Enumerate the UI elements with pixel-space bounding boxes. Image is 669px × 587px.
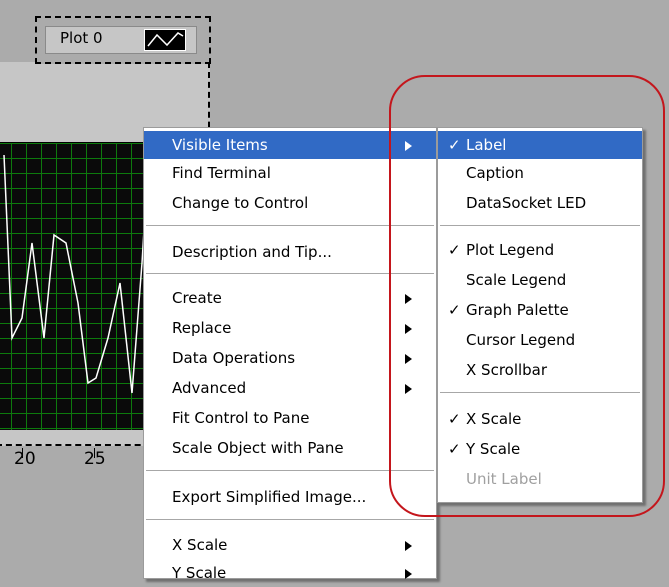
- submenu-item-cursor-legend[interactable]: Cursor Legend: [438, 326, 642, 354]
- menu-item-label: Label: [466, 136, 507, 154]
- menu-item-data-operations[interactable]: Data Operations: [144, 344, 436, 372]
- menu-item-label: Change to Control: [172, 194, 309, 212]
- menu-item-label: Export Simplified Image...: [172, 488, 367, 506]
- submenu-item-unit-label: Unit Label: [438, 465, 642, 493]
- submenu-item-graph-palette[interactable]: ✓ Graph Palette: [438, 296, 642, 324]
- menu-item-label: Create: [172, 289, 222, 307]
- submenu-item-x-scrollbar[interactable]: X Scrollbar: [438, 356, 642, 384]
- menu-item-export-simplified-image[interactable]: Export Simplified Image...: [144, 483, 436, 511]
- submenu-arrow-icon: [405, 141, 412, 151]
- menu-item-label: Data Operations: [172, 349, 296, 367]
- context-menu: Visible Items Find Terminal Change to Co…: [143, 127, 437, 582]
- menu-item-change-to-control[interactable]: Change to Control: [144, 189, 436, 217]
- menu-item-create[interactable]: Create: [144, 284, 436, 312]
- menu-item-label: Advanced: [172, 379, 247, 397]
- submenu-arrow-icon: [405, 324, 412, 334]
- plot-legend[interactable]: Plot 0: [35, 16, 211, 64]
- checkmark-icon: ✓: [448, 410, 461, 428]
- menu-item-label: DataSocket LED: [466, 194, 587, 212]
- checkmark-icon: ✓: [448, 136, 461, 154]
- x-tick-label: 25: [84, 449, 106, 469]
- menu-item-label: Description and Tip...: [172, 243, 332, 261]
- menu-item-label: Replace: [172, 319, 232, 337]
- plot-name: Plot 0: [60, 29, 103, 47]
- submenu-item-plot-legend[interactable]: ✓ Plot Legend: [438, 236, 642, 264]
- menu-item-label: Scale Legend: [466, 271, 567, 289]
- menu-item-label: Fit Control to Pane: [172, 409, 310, 427]
- plot-legend-entry[interactable]: Plot 0: [45, 26, 197, 54]
- menu-item-label: X Scale: [466, 410, 522, 428]
- menu-separator: [146, 519, 434, 521]
- submenu-item-datasocket-led[interactable]: DataSocket LED: [438, 189, 642, 217]
- submenu-arrow-icon: [405, 541, 412, 551]
- menu-item-visible-items[interactable]: Visible Items: [144, 131, 436, 159]
- menu-item-label: Plot Legend: [466, 241, 555, 259]
- menu-item-label: Unit Label: [466, 470, 542, 488]
- submenu-item-label[interactable]: ✓ Label: [438, 131, 642, 159]
- menu-separator: [146, 273, 434, 275]
- menu-item-advanced[interactable]: Advanced: [144, 374, 436, 402]
- menu-item-fit-control-to-pane[interactable]: Fit Control to Pane: [144, 404, 436, 432]
- menu-item-label: Caption: [466, 164, 524, 182]
- menu-item-description-and-tip[interactable]: Description and Tip...: [144, 238, 436, 266]
- submenu-arrow-icon: [405, 354, 412, 364]
- menu-separator: [440, 392, 640, 394]
- menu-item-replace[interactable]: Replace: [144, 314, 436, 342]
- submenu-arrow-icon: [405, 384, 412, 394]
- menu-separator: [146, 470, 434, 472]
- menu-item-y-scale[interactable]: Y Scale: [144, 559, 436, 587]
- menu-separator: [440, 225, 640, 227]
- menu-item-label: Graph Palette: [466, 301, 569, 319]
- checkmark-icon: ✓: [448, 301, 461, 319]
- menu-item-label: Visible Items: [172, 136, 268, 154]
- menu-item-x-scale[interactable]: X Scale: [144, 531, 436, 559]
- plot-line-swatch-icon[interactable]: [144, 29, 186, 51]
- menu-item-label: X Scrollbar: [466, 361, 548, 379]
- visible-items-submenu: ✓ Label Caption DataSocket LED ✓ Plot Le…: [437, 127, 643, 503]
- checkmark-icon: ✓: [448, 440, 461, 458]
- menu-item-find-terminal[interactable]: Find Terminal: [144, 159, 436, 187]
- submenu-item-scale-legend[interactable]: Scale Legend: [438, 266, 642, 294]
- menu-item-scale-object-with-pane[interactable]: Scale Object with Pane: [144, 434, 436, 462]
- menu-separator: [146, 225, 434, 227]
- menu-item-label: X Scale: [172, 536, 228, 554]
- submenu-item-x-scale[interactable]: ✓ X Scale: [438, 405, 642, 433]
- menu-item-label: Cursor Legend: [466, 331, 576, 349]
- menu-item-label: Y Scale: [172, 564, 227, 582]
- submenu-arrow-icon: [405, 569, 412, 579]
- menu-item-label: Scale Object with Pane: [172, 439, 344, 457]
- menu-item-label: Find Terminal: [172, 164, 271, 182]
- submenu-item-y-scale[interactable]: ✓ Y Scale: [438, 435, 642, 463]
- submenu-item-caption[interactable]: Caption: [438, 159, 642, 187]
- x-tick-label: 20: [14, 449, 36, 469]
- submenu-arrow-icon: [405, 294, 412, 304]
- menu-item-label: Y Scale: [466, 440, 521, 458]
- checkmark-icon: ✓: [448, 241, 461, 259]
